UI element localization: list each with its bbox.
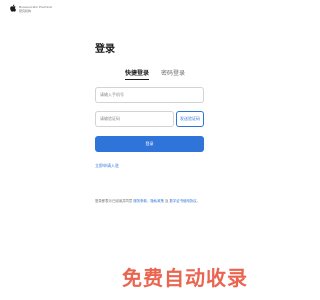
agreement-and: 及 — [164, 199, 169, 203]
register-link[interactable]: 立即申请入驻 — [95, 163, 119, 169]
certificate-agreement-link[interactable]: 数字证书使用协议 — [169, 199, 196, 203]
apple-logo-icon — [10, 4, 16, 12]
login-button[interactable]: 登录 — [95, 136, 204, 152]
page-title: 登录 — [95, 44, 115, 55]
agreement-text: 登录即表示已阅读并同意 服务条款、隐私政策 及 数字证书使用协议。 — [95, 198, 225, 203]
phone-input-placeholder: 请输入手机号 — [100, 92, 124, 97]
brand-name: Bureaucratic Practical 研究机构 — [19, 5, 52, 13]
phone-input[interactable]: 请输入手机号 — [95, 87, 204, 103]
tab-quick-login[interactable]: 快捷登录 — [125, 68, 150, 80]
brand-line-2: 研究机构 — [19, 9, 32, 13]
send-code-button[interactable]: 发送验证码 — [176, 111, 204, 127]
terms-link[interactable]: 服务条款 — [133, 199, 147, 203]
verification-code-input[interactable]: 请输验证码 — [95, 111, 174, 127]
tab-password-login[interactable]: 密码登录 — [161, 68, 185, 80]
agreement-suffix: 。 — [196, 199, 200, 203]
watermark-text: 免费自动收录 — [122, 266, 248, 290]
privacy-link[interactable]: 隐私政策 — [150, 199, 164, 203]
login-tabs: 快捷登录 密码登录 — [125, 68, 185, 80]
agreement-prefix: 登录即表示已阅读并同意 — [95, 199, 133, 203]
code-input-placeholder: 请输验证码 — [100, 116, 120, 121]
header: Bureaucratic Practical 研究机构 — [10, 4, 52, 13]
